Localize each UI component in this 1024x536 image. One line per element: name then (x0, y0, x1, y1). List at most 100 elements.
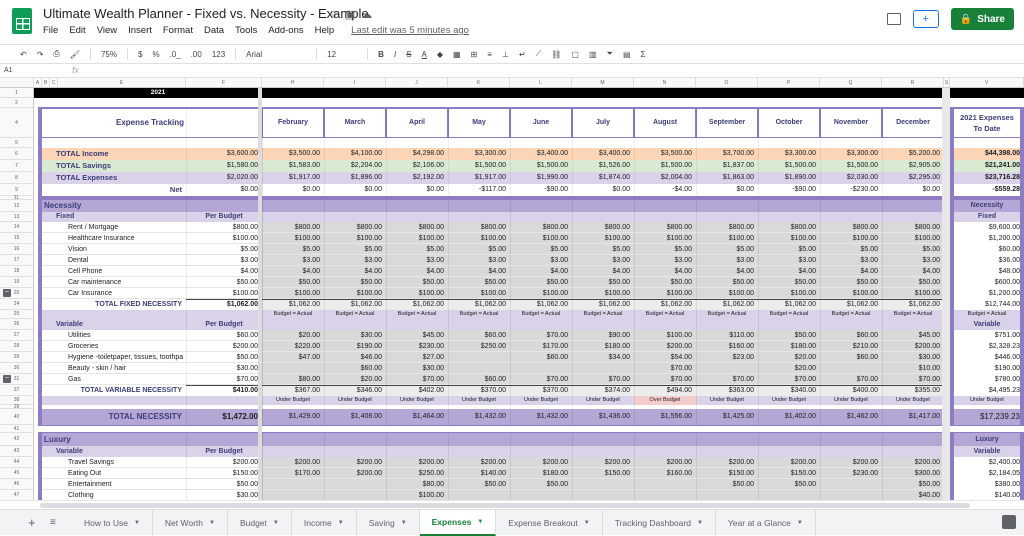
sheets-logo-icon[interactable] (12, 8, 32, 34)
all-sheets-icon[interactable]: ≡ (50, 517, 72, 528)
row-header[interactable]: 16 (0, 244, 34, 255)
share-button[interactable]: 🔒 Share (950, 8, 1014, 30)
currency-format-button[interactable]: $ (138, 50, 142, 59)
expense-month-value[interactable]: $40.00 (882, 490, 944, 500)
row-header[interactable]: 47 (0, 490, 34, 500)
row-header[interactable]: 4 (0, 108, 34, 138)
insert-link-icon[interactable]: ⛓ (551, 50, 561, 59)
text-color-icon[interactable]: A (422, 50, 427, 59)
chevron-down-icon[interactable]: ▼ (797, 520, 803, 526)
percent-format-button[interactable]: % (152, 50, 159, 59)
column-header[interactable]: Q (820, 78, 882, 88)
paint-format-icon[interactable]: 🖌 (70, 50, 80, 59)
insert-chart-icon[interactable]: ▥ (589, 50, 597, 59)
chevron-down-icon[interactable]: ▼ (697, 520, 703, 526)
menu-format[interactable]: Format (163, 25, 193, 36)
chevron-down-icon[interactable]: ▼ (273, 520, 279, 526)
row-header[interactable]: 1 (0, 88, 34, 98)
align-vertical-icon[interactable]: ⊥ (502, 50, 509, 59)
row-header[interactable]: 40 (0, 409, 34, 425)
sheet-tab-budget[interactable]: Budget ▼ (228, 509, 292, 536)
expense-month-value[interactable]: $100.00 (386, 490, 448, 500)
sheet-tab-income[interactable]: Income ▼ (292, 509, 357, 536)
text-wrap-icon[interactable]: ↵ (519, 50, 526, 59)
row-header[interactable]: 45 (0, 468, 34, 479)
sheet-tab-saving[interactable]: Saving ▼ (357, 509, 420, 536)
menu-help[interactable]: Help (315, 25, 335, 36)
expense-month-value[interactable] (820, 490, 882, 500)
row-header[interactable]: 13 (0, 212, 34, 222)
menu-insert[interactable]: Insert (128, 25, 152, 36)
spreadsheet-grid[interactable]: A B C E F H I J K L M N O P Q R S V 1 2 4 5 6 7 8 9 11 12 13 14 15 16 17… (0, 78, 1024, 500)
present-button[interactable]: + (912, 10, 939, 28)
sheet-tab-expense-breakout[interactable]: Expense Breakout ▼ (496, 509, 603, 536)
horizontal-scrollbar[interactable] (0, 500, 1024, 509)
column-header[interactable]: E (58, 78, 186, 88)
expense-month-value[interactable] (448, 490, 510, 500)
column-header[interactable]: J (386, 78, 448, 88)
align-horizontal-icon[interactable]: ≡ (487, 50, 492, 59)
comment-history-icon[interactable] (886, 13, 901, 25)
column-header[interactable]: O (696, 78, 758, 88)
row-header[interactable]: 2 (0, 98, 34, 108)
column-header[interactable]: R (882, 78, 944, 88)
column-header[interactable]: H (262, 78, 324, 88)
more-formats-button[interactable]: 123 (212, 50, 225, 59)
text-rotate-icon[interactable]: ⟋ (536, 49, 542, 59)
chevron-down-icon[interactable]: ▼ (477, 519, 483, 525)
bold-icon[interactable]: B (378, 50, 384, 59)
column-header[interactable]: B (42, 78, 50, 88)
row-header[interactable]: 46 (0, 479, 34, 490)
chevron-down-icon[interactable]: ▼ (401, 520, 407, 526)
increase-decimal-button[interactable]: .00 (191, 50, 202, 59)
sheet-tab-expenses[interactable]: Expenses ▼ (419, 509, 497, 536)
sheet-tab-net-worth[interactable]: Net Worth ▼ (153, 509, 228, 536)
row-header[interactable]: 17 (0, 255, 34, 266)
row-header[interactable]: 42 (0, 433, 34, 446)
add-sheet-icon[interactable]: + (28, 515, 50, 530)
column-header[interactable]: C (50, 78, 58, 88)
star-icon[interactable]: ☆ (329, 9, 345, 21)
row-header[interactable]: 5 (0, 138, 34, 148)
row-header[interactable]: 43 (0, 446, 34, 457)
menu-edit[interactable]: Edit (69, 25, 85, 36)
insert-comment-icon[interactable]: ▢ (571, 50, 579, 59)
row-header[interactable]: 25 (0, 310, 34, 319)
menu-data[interactable]: Data (204, 25, 224, 36)
row-header[interactable]: 18 (0, 266, 34, 277)
chevron-down-icon[interactable]: ▼ (338, 520, 344, 526)
expense-month-value[interactable] (572, 490, 634, 500)
column-header[interactable]: A (34, 78, 42, 88)
row-header[interactable]: 29 (0, 352, 34, 363)
menu-add-ons[interactable]: Add-ons (268, 25, 303, 36)
explore-icon[interactable] (1002, 515, 1016, 529)
menu-view[interactable]: View (97, 25, 117, 36)
merge-cells-icon[interactable]: ⊞ (471, 50, 478, 59)
row-header[interactable]: 27 (0, 330, 34, 341)
functions-icon[interactable]: Σ (641, 50, 646, 59)
chevron-down-icon[interactable]: ▼ (134, 520, 140, 526)
font-select[interactable]: Arial (246, 50, 306, 59)
name-box[interactable]: A1 (4, 67, 13, 74)
row-header[interactable]: 37 (0, 385, 34, 396)
column-header[interactable]: K (448, 78, 510, 88)
decrease-decimal-button[interactable]: .0_ (170, 50, 181, 59)
strikethrough-icon[interactable]: S (406, 50, 411, 59)
row-header[interactable]: 19 (0, 277, 34, 288)
menu-file[interactable]: File (43, 25, 58, 36)
expense-month-value[interactable] (634, 490, 696, 500)
row-header[interactable]: 26 (0, 319, 34, 330)
expense-month-value[interactable] (262, 490, 324, 500)
collapse-group-icon[interactable]: − (3, 289, 11, 297)
chevron-down-icon[interactable]: ▼ (209, 520, 215, 526)
filter-icon[interactable]: ⏷ (607, 49, 613, 59)
last-edit-link[interactable]: Last edit was 5 minutes ago (351, 25, 469, 36)
cloud-status-icon[interactable]: ☁ (361, 9, 378, 21)
expense-month-value[interactable] (510, 490, 572, 500)
sheet-tab-tracking-dashboard[interactable]: Tracking Dashboard ▼ (603, 509, 716, 536)
select-all-corner[interactable] (0, 78, 34, 88)
print-icon[interactable]: ⎙ (53, 49, 59, 59)
redo-icon[interactable]: ↷ (37, 50, 44, 59)
column-header[interactable]: V (950, 78, 1024, 88)
borders-icon[interactable]: ▦ (453, 50, 461, 59)
